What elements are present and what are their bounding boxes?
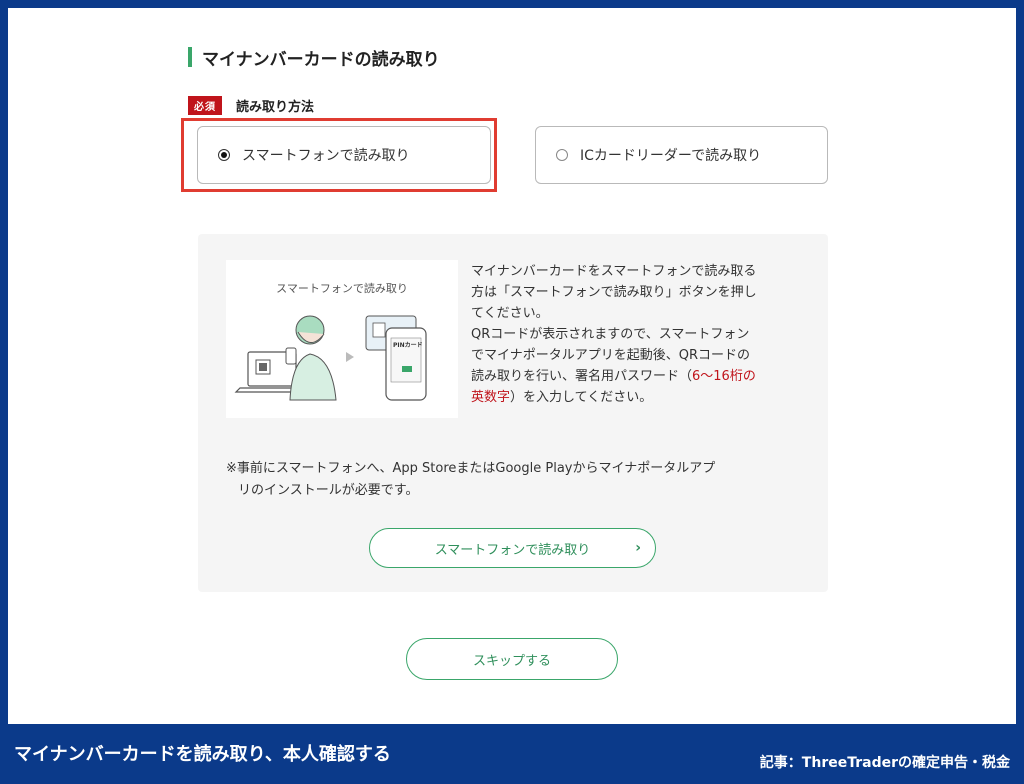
install-note: ※事前にスマートフォンへ、App StoreまたはGoogle Playからマイ… bbox=[226, 458, 816, 502]
info-line: QRコードが表示されますので、スマートフォン bbox=[471, 327, 750, 342]
smartphone-illustration: スマートフォンで読み取り PINカード bbox=[226, 260, 458, 418]
radio-unchecked-icon[interactable] bbox=[556, 149, 568, 161]
skip-button-label: スキップする bbox=[472, 653, 551, 669]
chevron-right-icon: › bbox=[635, 540, 641, 556]
section-title-text: マイナンバーカードの読み取り bbox=[202, 49, 440, 70]
info-line: 読み取りを行い、署名用パスワード（6〜16桁の bbox=[471, 366, 811, 387]
info-line-text: 読み取りを行い、署名用パスワード（ bbox=[471, 369, 693, 384]
option-smartphone-label: スマートフォンで読み取り bbox=[242, 148, 410, 164]
info-line: マイナンバーカードをスマートフォンで読み取る bbox=[471, 264, 757, 279]
note-line-2: リのインストールが必要です。 bbox=[238, 483, 419, 498]
radio-checked-icon[interactable] bbox=[218, 149, 230, 161]
smartphone-read-button[interactable]: スマートフォンで読み取り › bbox=[369, 528, 656, 568]
smartphone-read-button-label: スマートフォンで読み取り bbox=[434, 542, 591, 558]
illustration-graphic bbox=[234, 315, 427, 401]
note-line-1: ※事前にスマートフォンへ、App StoreまたはGoogle Playからマイ… bbox=[226, 461, 716, 476]
footer-credit: 記事：ThreeTraderの確定申告・税金 bbox=[759, 755, 1010, 771]
required-badge: 必須 bbox=[188, 96, 222, 115]
method-label-row: 必須 読み取り方法 bbox=[188, 96, 314, 115]
footer-title: マイナンバーカードを読み取り、本人確認する bbox=[14, 744, 391, 765]
option-ic-card-reader-label: ICカードリーダーで読み取り bbox=[580, 148, 762, 164]
info-line-tail: ）を入力してください。 bbox=[510, 390, 653, 405]
illustration-card-label: PINカード bbox=[393, 342, 423, 349]
skip-button[interactable]: スキップする bbox=[406, 638, 618, 680]
info-text: マイナンバーカードをスマートフォンで読み取る 方は「スマートフォンで読み取り」ボ… bbox=[471, 261, 811, 408]
title-accent-bar bbox=[188, 47, 192, 67]
section-title: マイナンバーカードの読み取り bbox=[188, 46, 440, 70]
password-spec-highlight-2: 英数字 bbox=[471, 390, 511, 405]
info-line: でマイナポータルアプリを起動後、QRコードの bbox=[471, 348, 751, 363]
info-line: 英数字）を入力してください。 bbox=[471, 387, 811, 408]
info-line: 方は「スマートフォンで読み取り」ボタンを押し bbox=[471, 285, 757, 300]
option-ic-card-reader[interactable]: ICカードリーダーで読み取り bbox=[535, 126, 828, 184]
option-smartphone[interactable]: スマートフォンで読み取り bbox=[197, 126, 491, 184]
method-label: 読み取り方法 bbox=[236, 100, 315, 115]
info-line: てください。 bbox=[471, 306, 549, 321]
password-spec-highlight: 6〜16桁の bbox=[692, 369, 756, 384]
